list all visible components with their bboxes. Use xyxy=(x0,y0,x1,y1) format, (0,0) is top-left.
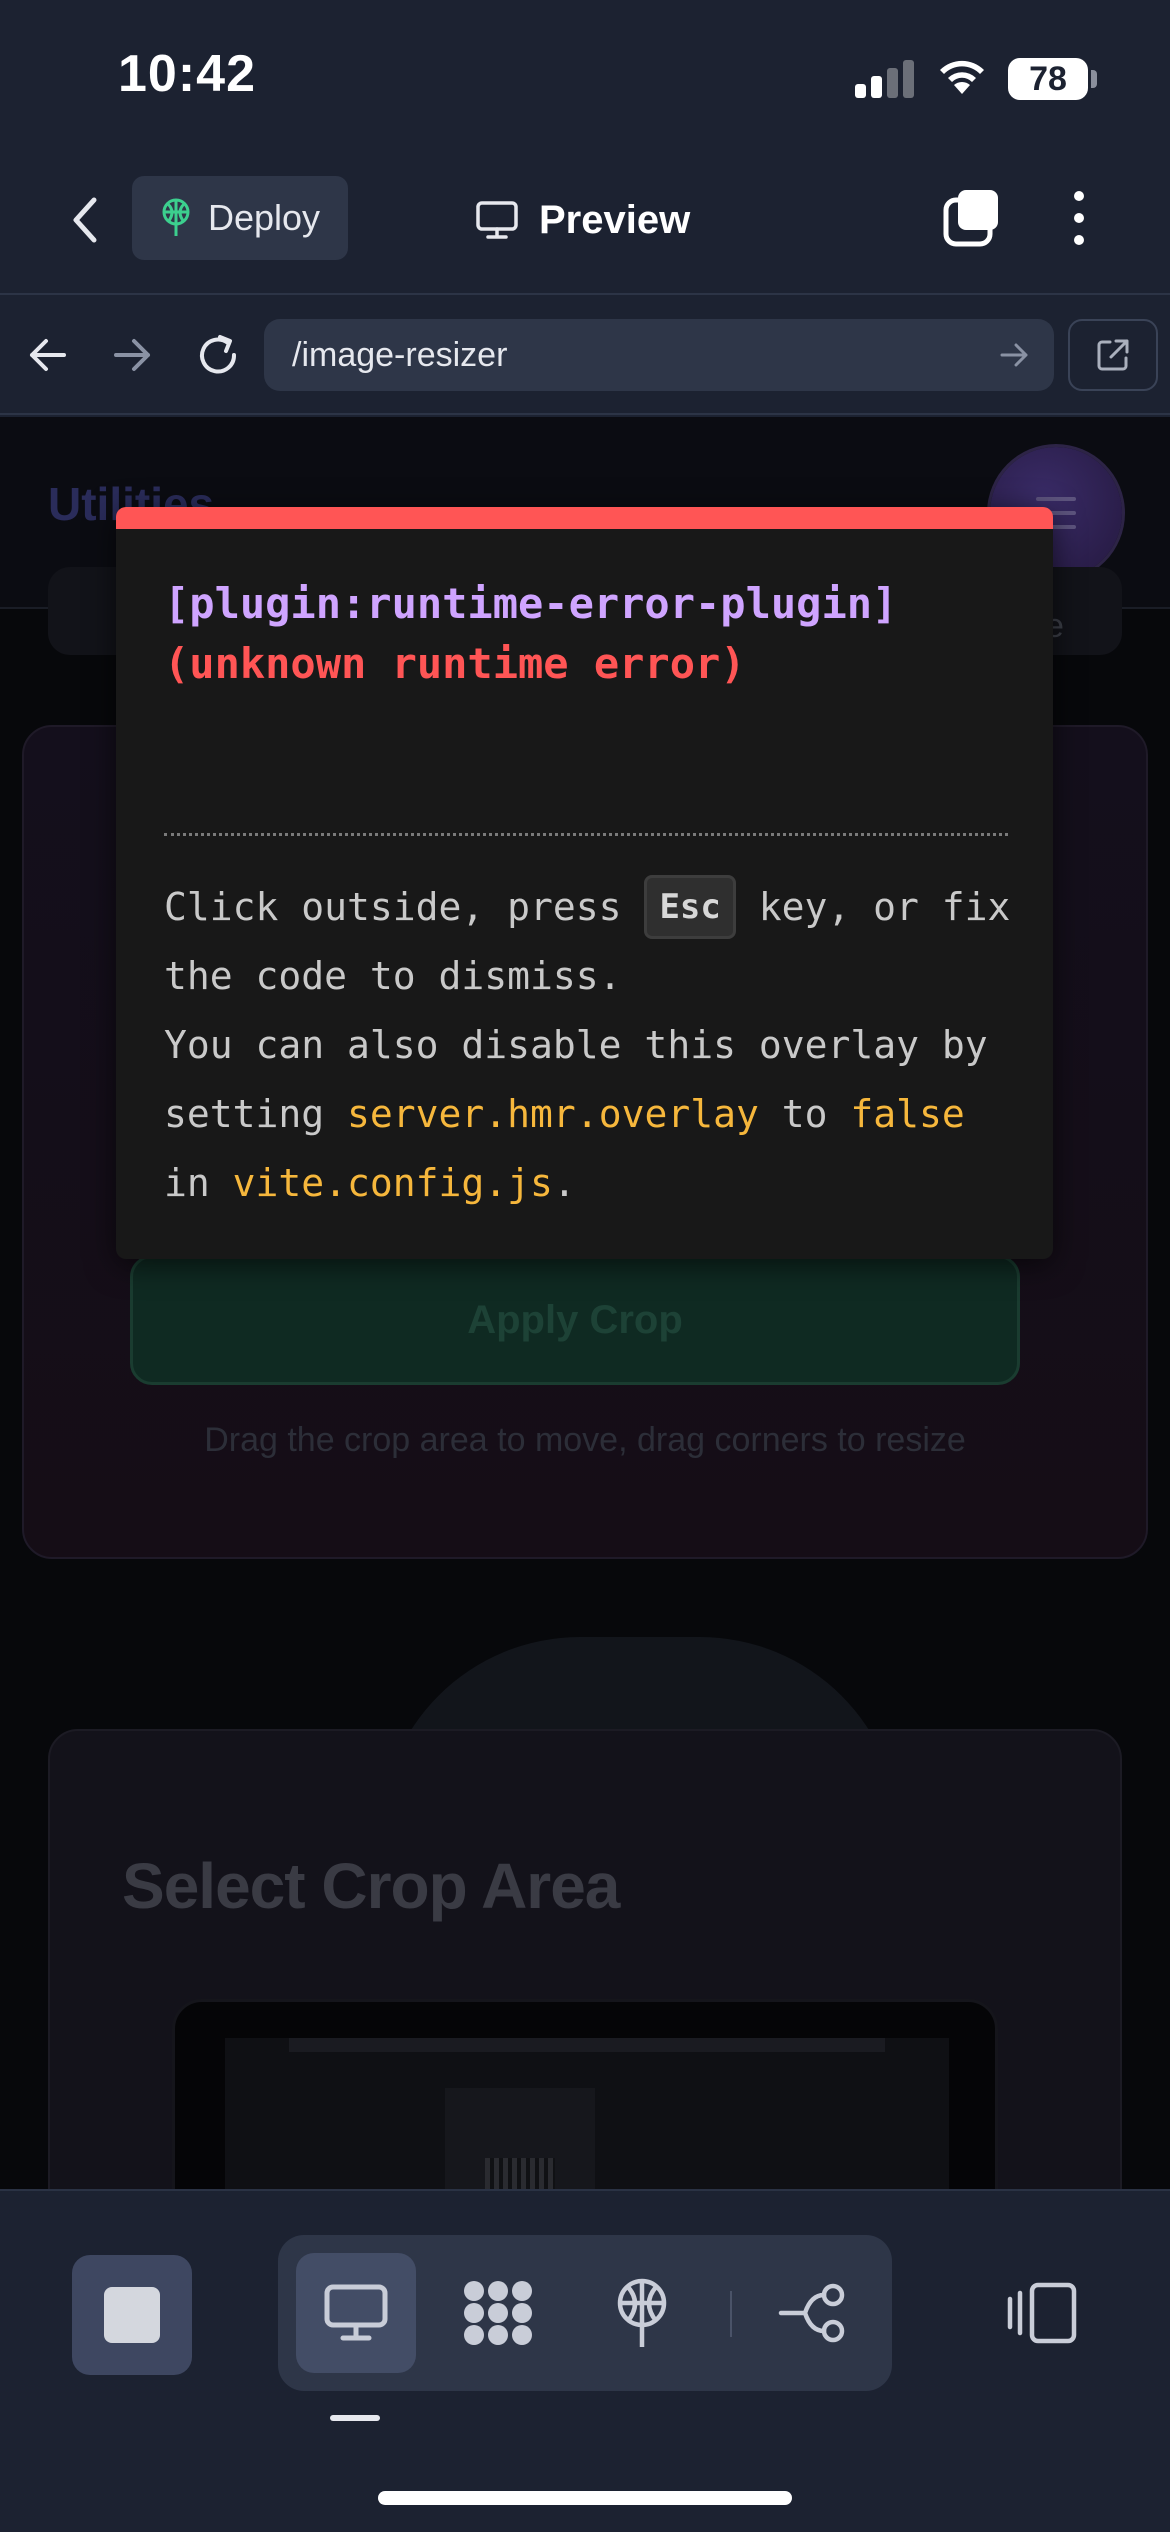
vite-error-overlay[interactable]: [plugin:runtime-error-plugin] (unknown r… xyxy=(116,507,1053,1259)
deploy-icon xyxy=(162,198,190,236)
go-arrow-icon[interactable] xyxy=(996,337,1032,373)
more-options-icon[interactable] xyxy=(1064,186,1094,250)
deploy-tool-button[interactable] xyxy=(582,2253,702,2373)
active-tab-indicator xyxy=(330,2415,380,2421)
monitor-icon xyxy=(476,201,518,239)
select-crop-title: Select Crop Area xyxy=(122,1850,620,1922)
qr-code-icon xyxy=(485,2158,555,2189)
deploy-label: Deploy xyxy=(208,197,321,238)
web-preview[interactable]: Utilities e Apply Crop Drag the crop are… xyxy=(0,417,1170,2189)
deploy-button[interactable]: Deploy xyxy=(132,176,348,260)
tool-divider xyxy=(730,2291,732,2337)
tip-text: in xyxy=(164,1161,233,1205)
url-input[interactable]: /image-resizer xyxy=(264,319,1054,391)
connect-tool-button[interactable] xyxy=(752,2253,872,2373)
arrow-left-icon[interactable] xyxy=(20,327,76,383)
apply-crop-button[interactable]: Apply Crop xyxy=(130,1255,1020,1385)
open-external-button[interactable] xyxy=(1068,319,1158,391)
uploaded-image xyxy=(225,2038,949,2189)
battery-indicator: 78 xyxy=(1008,58,1088,100)
image-browser-bar xyxy=(289,2038,885,2052)
reload-icon[interactable] xyxy=(190,327,246,383)
apps-grid-icon xyxy=(464,2281,532,2345)
config-key: server.hmr.overlay xyxy=(347,1092,759,1136)
tool-group xyxy=(278,2235,892,2391)
apps-tool-button[interactable] xyxy=(438,2253,558,2373)
error-message: (unknown runtime error) xyxy=(164,639,746,688)
stop-button[interactable] xyxy=(72,2255,192,2375)
battery-nub xyxy=(1091,70,1097,88)
config-file: vite.config.js xyxy=(232,1161,553,1205)
back-chevron-icon[interactable] xyxy=(60,190,110,250)
status-time: 10:42 xyxy=(118,45,256,103)
status-bar: 10:42 78 xyxy=(0,0,1170,150)
image-preview[interactable] xyxy=(172,1999,998,2189)
wifi-icon xyxy=(940,60,984,94)
config-value: false xyxy=(850,1092,965,1136)
browser-nav-bar: /image-resizer xyxy=(0,297,1170,415)
bottom-toolbar xyxy=(0,2189,1170,2532)
connect-nodes-icon xyxy=(778,2283,845,2343)
preview-label: Preview xyxy=(539,197,691,242)
app-bar: Deploy Preview xyxy=(0,150,1170,295)
preview-title: Preview xyxy=(475,190,690,250)
crop-hint: Drag the crop area to move, drag corners… xyxy=(204,1421,966,1459)
sidebar-panel-icon xyxy=(1007,2282,1077,2344)
tip-text: to xyxy=(758,1092,851,1136)
error-divider xyxy=(164,833,1008,836)
monitor-tool-button[interactable] xyxy=(296,2253,416,2373)
external-link-icon xyxy=(1097,339,1129,371)
stop-icon xyxy=(104,2287,160,2343)
menu-bar-icon xyxy=(1036,497,1076,501)
panel-toggle-button[interactable] xyxy=(992,2253,1092,2373)
cellular-signal-icon xyxy=(855,58,915,98)
monitor-icon xyxy=(324,2284,388,2341)
tip-text: . xyxy=(552,1161,576,1205)
tip-text: Click outside, press xyxy=(164,885,645,929)
url-text: /image-resizer xyxy=(292,335,508,374)
arrow-right-icon[interactable] xyxy=(104,327,160,383)
error-tip: Click outside, press Esc key, or fix the… xyxy=(164,873,1024,1218)
deploy-icon xyxy=(617,2278,667,2347)
home-indicator xyxy=(378,2491,792,2505)
esc-key: Esc xyxy=(644,875,736,939)
error-plugin: [plugin:runtime-error-plugin] xyxy=(164,579,898,628)
tabs-icon[interactable] xyxy=(940,186,1004,250)
